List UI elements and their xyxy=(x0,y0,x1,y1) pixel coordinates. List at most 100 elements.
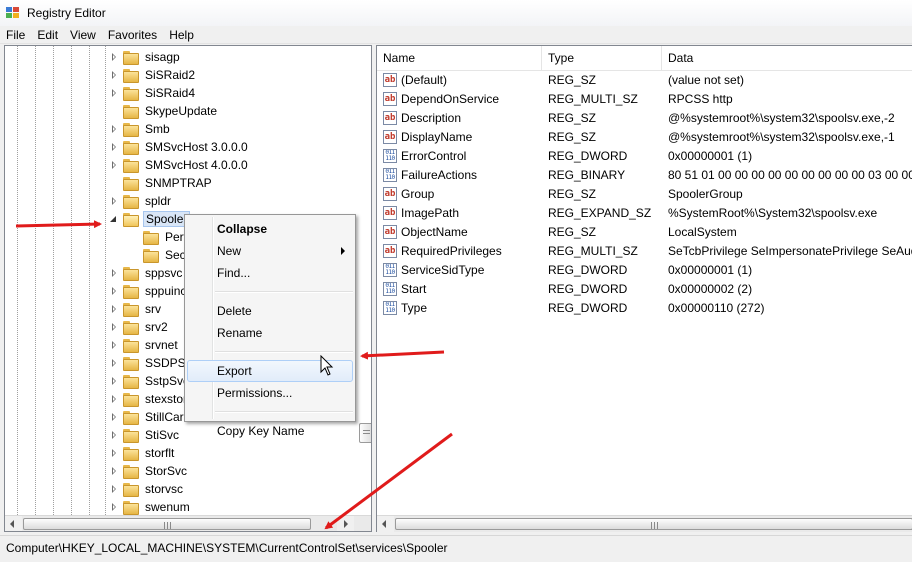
expand-arrow-icon[interactable] xyxy=(109,430,119,440)
value-row[interactable]: ab DependOnService REG_MULTI_SZ RPCSS http xyxy=(377,90,912,109)
expand-arrow-icon[interactable] xyxy=(109,448,119,458)
value-row[interactable]: ab DisplayName REG_SZ @%systemroot%\system3… xyxy=(377,128,912,147)
expand-arrow-icon[interactable] xyxy=(109,142,119,152)
expand-arrow-icon[interactable] xyxy=(109,358,119,368)
tree-item-sppsvc[interactable]: sppsvc xyxy=(109,264,184,282)
value-row[interactable]: 011 110 ErrorControl REG_DWORD 0x00000001 (1… xyxy=(377,147,912,166)
expand-arrow-icon[interactable] xyxy=(109,124,119,134)
value-row[interactable]: ab ImagePath REG_EXPAND_SZ %SystemRoot%\Sys… xyxy=(377,204,912,223)
tree-item-spldr[interactable]: spldr xyxy=(109,192,173,210)
menu-favorites[interactable]: Favorites xyxy=(102,26,163,44)
value-row[interactable]: ab (Default) REG_SZ (value not set) xyxy=(377,71,912,90)
column-header-data[interactable]: Data xyxy=(662,46,912,71)
value-row[interactable]: 011 110 FailureActions REG_BINARY 80 51 01 0… xyxy=(377,166,912,185)
expand-arrow-icon[interactable] xyxy=(109,466,119,476)
expand-arrow-icon[interactable] xyxy=(109,376,119,386)
tree-item-stillcar[interactable]: StillCar xyxy=(109,408,186,426)
tree-item-snmptrap[interactable]: SNMPTRAP xyxy=(109,174,214,192)
column-header-name[interactable]: Name xyxy=(377,46,542,71)
tree-item-stexstor[interactable]: stexstor xyxy=(109,390,189,408)
tree-item-spooler[interactable]: Spooler xyxy=(109,210,191,228)
expand-arrow-icon[interactable] xyxy=(109,304,119,314)
tree-item-sstpsvc[interactable]: SstpSvc xyxy=(109,372,191,390)
string-value-icon: ab xyxy=(383,111,397,125)
expand-arrow-icon[interactable] xyxy=(109,88,119,98)
context-menu-permissions[interactable]: Permissions... xyxy=(187,382,353,404)
expand-arrow-icon[interactable] xyxy=(109,196,119,206)
expand-arrow-icon[interactable] xyxy=(109,412,119,422)
tree-item-sisraid4[interactable]: SiSRaid4 xyxy=(109,84,197,102)
value-row[interactable]: ab Description REG_SZ @%systemroot%\system3… xyxy=(377,109,912,128)
scroll-right-icon[interactable] xyxy=(337,516,354,531)
tree-scroll-thumb[interactable] xyxy=(23,518,311,530)
tree-item-perf[interactable]: Perf xyxy=(129,228,189,246)
tree-item-sppuinc[interactable]: sppuinc xyxy=(109,282,188,300)
folder-icon xyxy=(122,338,139,353)
tree-item-storvsc[interactable]: storvsc xyxy=(109,480,185,498)
expand-arrow-icon[interactable] xyxy=(109,70,119,80)
value-data: 0x00000002 (2) xyxy=(668,282,753,296)
menu-file[interactable]: File xyxy=(0,26,31,44)
tree-item-swenum[interactable]: swenum xyxy=(109,498,192,516)
status-bar: Computer\HKEY_LOCAL_MACHINE\SYSTEM\Curre… xyxy=(0,535,912,562)
expand-arrow-icon[interactable] xyxy=(109,502,119,512)
value-row[interactable]: ab Group REG_SZ SpoolerGroup xyxy=(377,185,912,204)
expand-arrow-icon[interactable] xyxy=(109,160,119,170)
menu-help[interactable]: Help xyxy=(163,26,200,44)
context-menu-new[interactable]: New xyxy=(187,240,353,262)
menu-separator xyxy=(215,291,353,293)
context-menu-label: Find... xyxy=(217,266,251,280)
tree-item-srv2[interactable]: srv2 xyxy=(109,318,170,336)
value-row[interactable]: 011 110 ServiceSidType REG_DWORD 0x00000001 … xyxy=(377,261,912,280)
expand-arrow-icon[interactable] xyxy=(109,484,119,494)
value-row[interactable]: 011 110 Type REG_DWORD 0x00000110 (272) xyxy=(377,299,912,318)
expand-arrow-icon[interactable] xyxy=(109,340,119,350)
binary-value-icon: 011 110 xyxy=(383,301,397,315)
context-menu-delete[interactable]: Delete xyxy=(187,300,353,322)
tree-item-sisagp[interactable]: sisagp xyxy=(109,48,182,66)
registry-values-list[interactable]: Name Type Data ab (Default) REG_SZ (value n… xyxy=(376,45,912,532)
list-scroll-thumb[interactable] xyxy=(395,518,912,530)
tree-item-smsvchost-3-0-0-0[interactable]: SMSvcHost 3.0.0.0 xyxy=(109,138,250,156)
tree-vertical-scroll-thumb[interactable] xyxy=(359,423,371,443)
tree-item-storsvc[interactable]: StorSvc xyxy=(109,462,189,480)
tree-item-srv[interactable]: srv xyxy=(109,300,163,318)
expand-arrow-icon[interactable] xyxy=(109,286,119,296)
title-bar: Registry Editor xyxy=(0,0,912,26)
tree-item-storflt[interactable]: storflt xyxy=(109,444,176,462)
string-value-icon: ab xyxy=(383,130,397,144)
tree-item-stisvc[interactable]: StiSvc xyxy=(109,426,181,444)
string-value-icon: ab xyxy=(383,92,397,106)
expand-arrow-icon[interactable] xyxy=(109,394,119,404)
menu-view[interactable]: View xyxy=(64,26,102,44)
value-row[interactable]: 011 110 Start REG_DWORD 0x00000002 (2) xyxy=(377,280,912,299)
tree-item-sisraid2[interactable]: SiSRaid2 xyxy=(109,66,197,84)
expand-arrow-icon[interactable] xyxy=(109,268,119,278)
tree-item-smb[interactable]: Smb xyxy=(109,120,172,138)
tree-item-label: spldr xyxy=(145,194,172,208)
expand-arrow-icon[interactable] xyxy=(109,322,119,332)
tree-horizontal-scrollbar[interactable] xyxy=(5,515,371,531)
menu-edit[interactable]: Edit xyxy=(31,26,64,44)
scroll-left-icon[interactable] xyxy=(5,516,22,531)
tree-item-skypeupdate[interactable]: SkypeUpdate xyxy=(109,102,219,120)
context-menu-label: Rename xyxy=(217,326,263,340)
context-menu-rename[interactable]: Rename xyxy=(187,322,353,344)
scroll-left-icon[interactable] xyxy=(377,516,394,532)
collapse-arrow-icon[interactable] xyxy=(109,214,119,224)
context-menu-copy-key-name[interactable]: Copy Key Name xyxy=(187,420,353,442)
context-menu-find[interactable]: Find... xyxy=(187,262,353,284)
tree-item-smsvchost-4-0-0-0[interactable]: SMSvcHost 4.0.0.0 xyxy=(109,156,250,174)
value-name: DependOnService xyxy=(401,92,500,106)
expand-arrow-icon[interactable] xyxy=(109,52,119,62)
column-header-type[interactable]: Type xyxy=(542,46,662,71)
folder-icon xyxy=(122,284,139,299)
list-horizontal-scrollbar[interactable] xyxy=(377,515,912,532)
value-row[interactable]: ab RequiredPrivileges REG_MULTI_SZ SeTcbPri… xyxy=(377,242,912,261)
value-row[interactable]: ab ObjectName REG_SZ LocalSystem xyxy=(377,223,912,242)
context-menu-collapse[interactable]: Collapse xyxy=(187,218,353,240)
tree-item-srvnet[interactable]: srvnet xyxy=(109,336,180,354)
string-value-icon: ab xyxy=(383,73,397,87)
tree-item-sec[interactable]: Sec xyxy=(129,246,188,264)
